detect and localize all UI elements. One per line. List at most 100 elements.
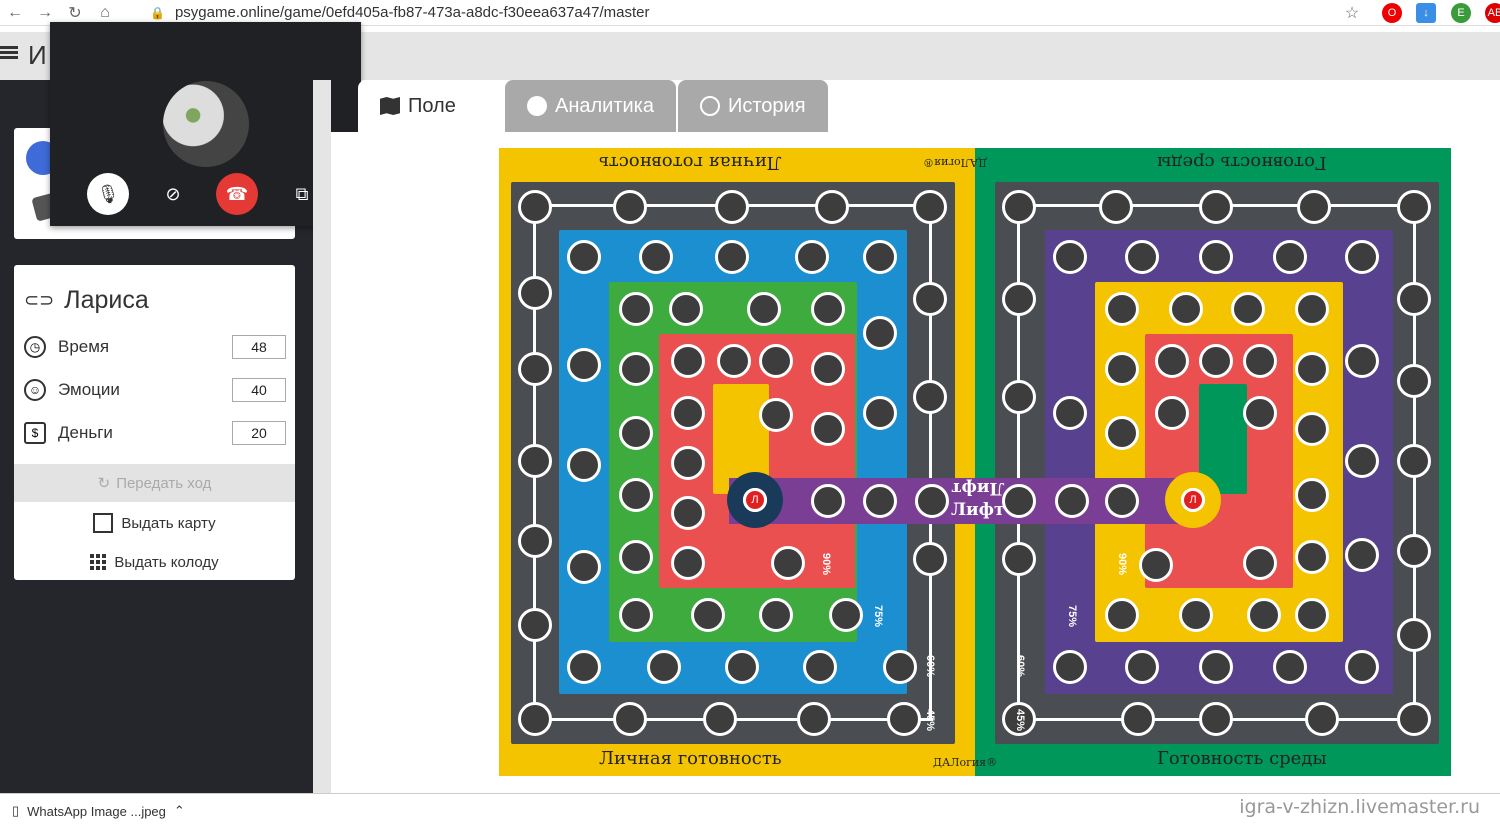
board-cell[interactable] <box>1002 282 1036 316</box>
board-cell[interactable] <box>1295 540 1329 574</box>
board-cell[interactable] <box>1125 650 1159 684</box>
board-cell[interactable] <box>1053 396 1087 430</box>
link-icon[interactable]: ⊂⊃ <box>24 290 54 311</box>
download-item[interactable]: ▯ WhatsApp Image ...jpeg ⌃ <box>12 803 185 819</box>
board-cell[interactable] <box>747 292 781 326</box>
board-cell[interactable] <box>669 292 703 326</box>
pass-turn-button[interactable]: ↻ Передать ход <box>14 464 295 502</box>
board-cell[interactable] <box>1125 240 1159 274</box>
board-cell[interactable] <box>1199 650 1233 684</box>
board-cell[interactable] <box>1155 344 1189 378</box>
board-cell[interactable] <box>811 292 845 326</box>
bookmark-star-icon[interactable]: ☆ <box>1337 0 1367 26</box>
board-cell[interactable] <box>1105 416 1139 450</box>
board-cell[interactable] <box>619 540 653 574</box>
board-cell[interactable] <box>567 240 601 274</box>
board-cell[interactable] <box>759 398 793 432</box>
board-cell[interactable] <box>567 550 601 584</box>
address-bar[interactable]: 🔒 psygame.online/game/0efd405a-fb87-473a-… <box>150 4 649 21</box>
board-cell[interactable] <box>1273 650 1307 684</box>
give-card-button[interactable]: Выдать карту <box>14 509 295 537</box>
extension-download-icon[interactable]: ↓ <box>1416 3 1436 23</box>
hang-up-icon[interactable]: ☎ <box>216 173 258 215</box>
board-cell[interactable] <box>829 598 863 632</box>
extension-opera-icon[interactable]: O <box>1382 3 1402 23</box>
board-cell[interactable] <box>811 352 845 386</box>
board-cell[interactable] <box>613 190 647 224</box>
board-cell[interactable] <box>1295 598 1329 632</box>
board-cell[interactable] <box>619 478 653 512</box>
board-cell[interactable] <box>913 282 947 316</box>
board-cell[interactable] <box>715 240 749 274</box>
board-cell[interactable] <box>1121 702 1155 736</box>
board-cell[interactable] <box>1297 190 1331 224</box>
board-cell[interactable] <box>1397 444 1431 478</box>
board-cell[interactable] <box>883 650 917 684</box>
board-cell[interactable] <box>811 412 845 446</box>
stat-money-input[interactable]: 20 <box>232 421 286 445</box>
board-cell[interactable] <box>1199 344 1233 378</box>
tab-analytics[interactable]: Аналитика <box>505 80 676 132</box>
board-cell[interactable] <box>619 292 653 326</box>
board-cell[interactable] <box>803 650 837 684</box>
board-cell[interactable] <box>1345 538 1379 572</box>
board-cell[interactable] <box>1295 352 1329 386</box>
board-cell[interactable] <box>815 190 849 224</box>
board-cell[interactable] <box>1397 190 1431 224</box>
board-cell[interactable] <box>518 524 552 558</box>
board-cell[interactable] <box>518 702 552 736</box>
board-cell[interactable] <box>671 546 705 580</box>
board-cell[interactable] <box>1295 412 1329 446</box>
board-cell[interactable] <box>671 496 705 530</box>
board-cell[interactable] <box>797 702 831 736</box>
player-token-left[interactable]: Л <box>727 472 783 528</box>
microphone-icon[interactable]: 🎙 <box>87 173 129 215</box>
board-cell[interactable] <box>613 702 647 736</box>
board-cell[interactable] <box>1397 618 1431 652</box>
board-cell[interactable] <box>915 484 949 518</box>
board-cell[interactable] <box>1139 548 1173 582</box>
board-cell[interactable] <box>1199 702 1233 736</box>
board-cell[interactable] <box>1179 598 1213 632</box>
board-cell[interactable] <box>1105 352 1139 386</box>
board-cell[interactable] <box>647 650 681 684</box>
player-token-right[interactable]: Л <box>1165 472 1221 528</box>
board-cell[interactable] <box>771 546 805 580</box>
stat-time-input[interactable]: 48 <box>232 335 286 359</box>
board-cell[interactable] <box>1295 478 1329 512</box>
board-cell[interactable] <box>913 542 947 576</box>
board-cell[interactable] <box>671 344 705 378</box>
board-cell[interactable] <box>703 702 737 736</box>
board-cell[interactable] <box>863 396 897 430</box>
board-cell[interactable] <box>715 190 749 224</box>
camera-off-icon[interactable]: ⊘ <box>152 173 194 215</box>
board-cell[interactable] <box>1155 396 1189 430</box>
board-cell[interactable] <box>1345 240 1379 274</box>
board-cell[interactable] <box>567 650 601 684</box>
board-cell[interactable] <box>1273 240 1307 274</box>
board-cell[interactable] <box>1002 484 1036 518</box>
board-cell[interactable] <box>1055 484 1089 518</box>
board-cell[interactable] <box>619 416 653 450</box>
board-cell[interactable] <box>1397 534 1431 568</box>
board-cell[interactable] <box>619 352 653 386</box>
board-cell[interactable] <box>1397 702 1431 736</box>
board-cell[interactable] <box>811 484 845 518</box>
board-cell[interactable] <box>639 240 673 274</box>
board-cell[interactable] <box>1105 484 1139 518</box>
board-cell[interactable] <box>913 190 947 224</box>
tab-history[interactable]: История <box>678 80 828 132</box>
board-cell[interactable] <box>863 484 897 518</box>
board-cell[interactable] <box>518 608 552 642</box>
board-cell[interactable] <box>863 240 897 274</box>
board-cell[interactable] <box>671 446 705 480</box>
give-deck-button[interactable]: Выдать колоду <box>14 548 295 576</box>
board-cell[interactable] <box>1053 240 1087 274</box>
board-cell[interactable] <box>1397 364 1431 398</box>
board-cell[interactable] <box>1053 650 1087 684</box>
board-cell[interactable] <box>913 380 947 414</box>
board-cell[interactable] <box>1105 598 1139 632</box>
board-cell[interactable] <box>1243 344 1277 378</box>
board-cell[interactable] <box>759 344 793 378</box>
extension-adblock-icon[interactable]: AB <box>1485 3 1500 23</box>
